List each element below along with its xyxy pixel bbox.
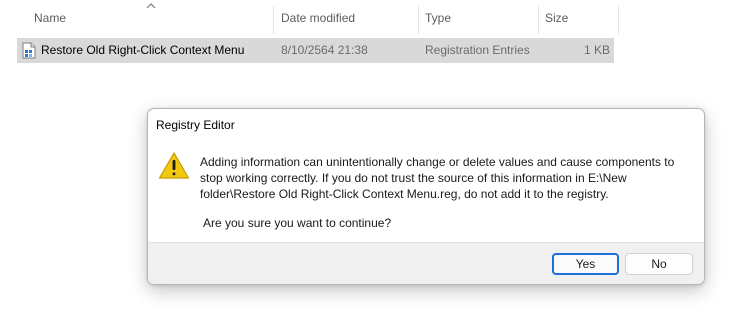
- no-button[interactable]: No: [625, 253, 693, 275]
- file-size: 1 KB: [583, 43, 610, 57]
- column-divider[interactable]: [618, 6, 619, 34]
- warning-icon: [158, 152, 190, 179]
- file-type: Registration Entries: [425, 43, 530, 57]
- registry-editor-dialog: Registry Editor Adding information can u…: [147, 108, 705, 285]
- column-header-name[interactable]: Name: [27, 0, 273, 36]
- dialog-button-bar: Yes No: [148, 242, 704, 284]
- column-header-row: Name Date modified Type Size: [0, 0, 735, 36]
- dialog-question: Are you sure you want to continue?: [203, 216, 392, 230]
- column-header-date-modified[interactable]: Date modified: [274, 0, 418, 36]
- file-name[interactable]: Restore Old Right-Click Context Menu: [41, 38, 244, 63]
- file-list-row[interactable]: Restore Old Right-Click Context Menu 8/1…: [17, 38, 614, 63]
- file-date-modified: 8/10/2564 21:38: [281, 43, 368, 57]
- registry-file-icon: [22, 42, 36, 59]
- dialog-message: Adding information can unintentionally c…: [200, 155, 675, 201]
- yes-button[interactable]: Yes: [552, 253, 619, 275]
- dialog-title: Registry Editor: [156, 118, 235, 132]
- column-header-size[interactable]: Size: [538, 0, 618, 36]
- column-header-type[interactable]: Type: [418, 0, 538, 36]
